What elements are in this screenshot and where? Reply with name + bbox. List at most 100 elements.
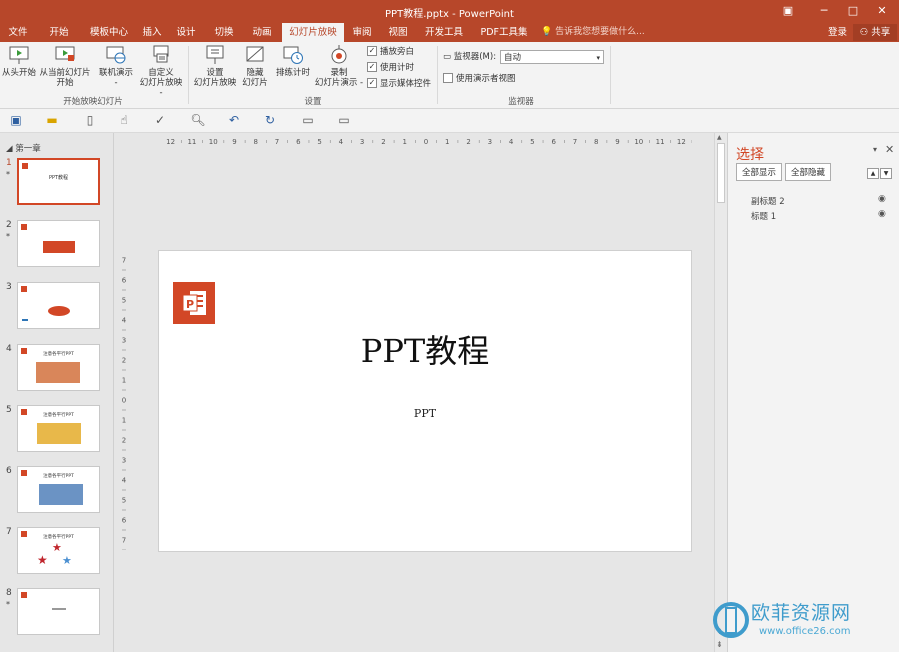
slideshow-current-icon[interactable]: ▭ xyxy=(336,113,352,127)
slide-thumbnail-8[interactable] xyxy=(17,588,100,635)
save-icon[interactable]: ▣ xyxy=(8,113,24,127)
share-label: 共享 xyxy=(871,27,891,38)
custom-slideshow-button[interactable]: 自定义 幻灯片放映 - xyxy=(137,44,185,98)
undo-icon[interactable]: ↶ xyxy=(226,113,242,127)
presenter-view-label: 使用演示者视图 xyxy=(456,74,516,84)
thumb-text-line xyxy=(52,608,66,610)
slide-thumbnail-4[interactable]: 注意各平行PPT xyxy=(17,344,100,391)
ruler-label: 5 xyxy=(317,138,321,146)
show-media-controls-checkbox[interactable]: ✓ 显示媒体控件 xyxy=(367,77,431,90)
hide-slide-button[interactable]: 隐藏 幻灯片 xyxy=(240,44,270,88)
rehearse-timings-button[interactable]: 排练计时 xyxy=(273,44,313,78)
slide-number: 2 xyxy=(6,220,12,230)
close-button[interactable]: ✕ xyxy=(872,3,892,19)
ruler-label: 12 xyxy=(677,138,686,146)
slide-thumbnail-1[interactable]: PPT教程 xyxy=(17,158,100,205)
slide-thumbnail-pane[interactable]: ◢ 第一章 1 * PPT教程 2 * 3 4 注意各平行PPT 5 注意各平行… xyxy=(0,133,114,652)
vertical-scrollbar[interactable]: ▲ ⇞ ⇟ xyxy=(714,133,727,652)
hide-all-button[interactable]: 全部隐藏 xyxy=(785,163,831,181)
watermark: 欧菲资源网 www.office26.com xyxy=(712,598,899,648)
setup-label-1: 设置 xyxy=(206,68,224,78)
star-icon: ★ xyxy=(62,554,72,567)
thumb-image xyxy=(39,484,83,505)
slide-thumbnail-2[interactable] xyxy=(17,220,100,267)
touch-mode-icon[interactable]: ☝ xyxy=(116,113,132,127)
bring-forward-icon[interactable]: ▲ xyxy=(867,168,879,179)
spelling-icon[interactable]: ✓ xyxy=(152,113,168,127)
send-backward-icon[interactable]: ▼ xyxy=(880,168,892,179)
share-button[interactable]: ⚇ 共享 xyxy=(853,24,897,41)
quick-access-toolbar: ▣ ▬ ▯ ☝ ✓ 🔍︎ ↶ ↻ ▭ ▭ xyxy=(0,109,899,133)
print-preview-icon[interactable]: 🔍︎ xyxy=(190,113,206,127)
show-all-button[interactable]: 全部显示 xyxy=(736,163,782,181)
ruler-label: 2 xyxy=(381,138,385,146)
slide-thumbnail-6[interactable]: 注意各平行PPT xyxy=(17,466,100,513)
tell-me-search[interactable]: 💡 告诉我您想要做什么... xyxy=(541,23,645,42)
play-narrations-checkbox[interactable]: ✓ 播放旁白 xyxy=(367,45,415,58)
tab-pdf-tools[interactable]: PDF工具集 xyxy=(476,23,532,42)
slide-title[interactable]: PPT教程 xyxy=(159,326,691,372)
presenter-view-checkbox[interactable]: 使用演示者视图 xyxy=(443,72,516,85)
from-current-button[interactable]: 从当前幻灯片 开始 xyxy=(38,44,92,88)
minimize-button[interactable]: ─ xyxy=(814,3,834,19)
checkmark-icon: ✓ xyxy=(367,61,377,72)
tab-home[interactable]: 开始 xyxy=(39,23,79,42)
slide-thumbnail-3[interactable] xyxy=(17,282,100,329)
tab-animations[interactable]: 动画 xyxy=(248,23,276,42)
pane-options-icon[interactable]: ▾ xyxy=(873,145,877,154)
star-icon: ★ xyxy=(52,541,62,554)
scrollbar-thumb[interactable] xyxy=(717,143,725,203)
tab-review[interactable]: 审阅 xyxy=(348,23,376,42)
slide-thumbnail-5[interactable]: 注意各平行PPT xyxy=(17,405,100,452)
new-file-icon[interactable]: ▯ xyxy=(82,113,98,127)
ruler-label: 5 xyxy=(122,497,126,505)
ruler-label: 0 xyxy=(424,138,428,146)
section-header[interactable]: ◢ 第一章 xyxy=(6,142,41,154)
ruler-label: 6 xyxy=(551,138,556,146)
slide-star: * xyxy=(6,170,10,179)
redo-icon[interactable]: ↻ xyxy=(262,113,278,127)
maximize-button[interactable]: □ xyxy=(843,3,863,19)
current-slide[interactable]: P PPT教程 PPT xyxy=(158,250,692,552)
ppt-logo-icon xyxy=(22,163,28,169)
vertical-ruler[interactable]: 7 6 5 4 3 2 1 0 1 2 3 4 5 6 7 xyxy=(119,250,129,550)
tab-file[interactable]: 文件 xyxy=(0,23,36,42)
tab-slide-show[interactable]: 幻灯片放映 xyxy=(282,23,344,42)
close-icon[interactable]: ✕ xyxy=(885,143,894,156)
open-folder-icon[interactable]: ▬ xyxy=(44,113,60,127)
eye-icon[interactable]: ◉ xyxy=(878,194,886,204)
ruler-label: 2 xyxy=(466,138,470,146)
tab-developer[interactable]: 开发工具 xyxy=(420,23,468,42)
ribbon-display-options-icon[interactable]: ▣ xyxy=(778,3,798,19)
ruler-label: 7 xyxy=(122,257,126,265)
ruler-label: 2 xyxy=(122,357,126,365)
record-label-2: 幻灯片演示 - xyxy=(314,78,364,88)
thumb-image xyxy=(37,423,81,444)
horizontal-ruler[interactable]: 12 11 10 9 8 7 6 5 4 3 2 1 0 1 2 3 4 5 6 7 8 9 10 11 12 xyxy=(160,136,692,146)
tab-insert[interactable]: 插入 xyxy=(138,23,166,42)
record-slideshow-button[interactable]: 录制 幻灯片演示 - xyxy=(313,44,365,88)
slide-subtitle[interactable]: PPT xyxy=(159,407,691,420)
slideshow-from-beginning-icon[interactable]: ▭ xyxy=(300,113,316,127)
slide-number: 1 xyxy=(6,158,12,168)
eye-icon[interactable]: ◉ xyxy=(878,209,886,219)
present-online-button[interactable]: 联机演示 - xyxy=(95,44,137,88)
monitor-select[interactable]: 自动 ▾ xyxy=(500,50,604,64)
selection-item[interactable]: 标题 1 xyxy=(751,210,776,222)
play-narrations-label: 播放旁白 xyxy=(380,47,415,57)
tab-template-center[interactable]: 模板中心 xyxy=(82,23,136,42)
sign-in-link[interactable]: 登录 xyxy=(828,23,847,42)
ruler-label: 9 xyxy=(615,138,619,146)
from-beginning-button[interactable]: 从头开始 xyxy=(0,44,38,78)
selection-item[interactable]: 副标题 2 xyxy=(751,195,785,207)
monitor-label-wrap: ▭ 监视器(M): xyxy=(443,51,496,63)
slide-thumbnail-7[interactable]: 注意各平行PPT ★ ★ ★ xyxy=(17,527,100,574)
scroll-up-icon[interactable]: ▲ xyxy=(717,134,722,141)
tab-transitions[interactable]: 切换 xyxy=(210,23,238,42)
from-current-label-2: 开始 xyxy=(56,78,74,88)
thumb-title: 注意各平行PPT xyxy=(43,474,74,479)
tab-view[interactable]: 视图 xyxy=(384,23,412,42)
use-timings-checkbox[interactable]: ✓ 使用计时 xyxy=(367,61,414,74)
tab-design[interactable]: 设计 xyxy=(172,23,200,42)
setup-slideshow-button[interactable]: 设置 幻灯片放映 xyxy=(192,44,238,88)
